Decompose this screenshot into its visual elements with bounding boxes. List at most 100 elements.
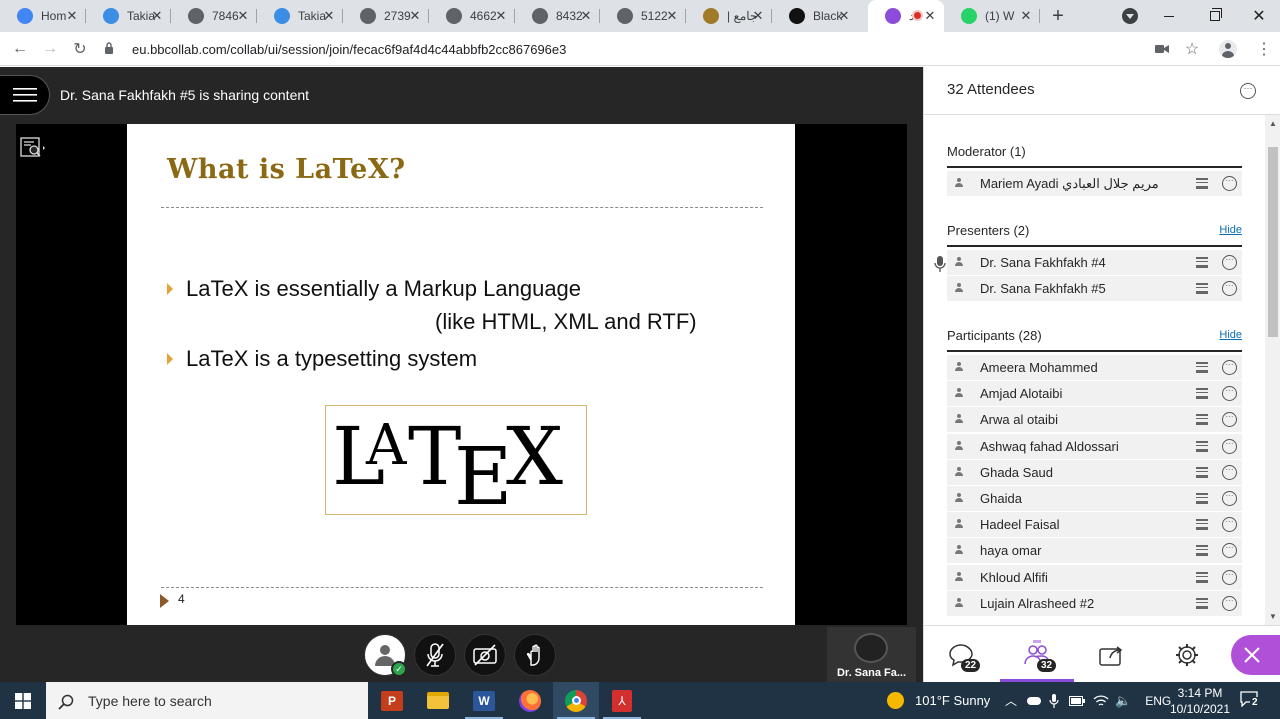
- browser-tab[interactable]: | جامع ✕: [686, 0, 772, 32]
- attendee-row[interactable]: Mariem Ayadi مريم جلال العبادي ···: [947, 171, 1242, 196]
- attendee-options-icon[interactable]: ···: [1222, 255, 1237, 270]
- close-tab-icon[interactable]: ✕: [750, 8, 766, 24]
- panel-scrollbar[interactable]: ▲ ▼: [1265, 115, 1280, 625]
- attendee-options-icon[interactable]: ···: [1222, 491, 1237, 506]
- attendee-row[interactable]: haya omar ···: [947, 538, 1242, 564]
- browser-tab[interactable]: 4662 ✕: [429, 0, 515, 32]
- close-tab-icon[interactable]: ✕: [64, 8, 80, 24]
- attendee-row[interactable]: Lujain Alrasheed #2 ···: [947, 590, 1242, 616]
- close-tab-icon[interactable]: ✕: [836, 8, 852, 24]
- close-tab-icon[interactable]: ✕: [235, 8, 251, 24]
- attendee-options-icon[interactable]: ···: [1222, 569, 1237, 585]
- minimize-button[interactable]: [1146, 0, 1192, 32]
- close-tab-icon[interactable]: ✕: [407, 8, 423, 24]
- start-button[interactable]: [0, 682, 46, 719]
- browser-tab[interactable]: Takia ✕: [86, 0, 171, 32]
- presenter-video[interactable]: Dr. Sana Fa...: [827, 627, 916, 682]
- camera-icon[interactable]: [1150, 37, 1174, 61]
- battery-icon[interactable]: [1069, 695, 1086, 706]
- attendees-more-icon[interactable]: ···: [1240, 83, 1256, 99]
- attendee-options-icon[interactable]: ···: [1222, 386, 1237, 402]
- address-bar[interactable]: eu.bbcollab.com/collab/ui/session/join/f…: [104, 35, 1214, 63]
- chevron-up-icon[interactable]: ︿: [1005, 692, 1017, 709]
- attendee-options-icon[interactable]: ···: [1222, 464, 1237, 480]
- attendee-options-icon[interactable]: ···: [1222, 595, 1237, 611]
- powerpoint-app[interactable]: P: [369, 682, 415, 719]
- browser-tab[interactable]: 2739 ✕: [343, 0, 429, 32]
- browser-tab[interactable]: 7846 ✕: [171, 0, 257, 32]
- profile-icon[interactable]: [1216, 37, 1240, 61]
- attendee-options-icon[interactable]: ···: [1222, 517, 1237, 533]
- session-menu-button[interactable]: [0, 75, 50, 115]
- attendee-row[interactable]: Arwa al otaibi ···: [947, 407, 1242, 433]
- browser-tab[interactable]: Takia ✕: [257, 0, 343, 32]
- raise-hand-button[interactable]: [514, 634, 556, 676]
- attendee-row[interactable]: Ashwaq fahad Aldossari ···: [947, 433, 1242, 459]
- browser-tab[interactable]: د✕: [868, 0, 944, 32]
- back-icon[interactable]: ←: [8, 37, 32, 61]
- chrome-menu-icon[interactable]: ⋮: [1252, 37, 1276, 61]
- attendee-options-icon[interactable]: ···: [1222, 412, 1237, 428]
- camera-button[interactable]: [464, 634, 506, 676]
- attendees-tab[interactable]: 32: [1000, 626, 1074, 683]
- chat-tab[interactable]: 22: [924, 626, 998, 683]
- attendee-options-icon[interactable]: ···: [1222, 360, 1237, 375]
- close-tab-icon[interactable]: ✕: [922, 8, 938, 24]
- browser-tab[interactable]: 5122 ✕: [600, 0, 686, 32]
- taskbar-search-input[interactable]: Type here to search: [46, 682, 368, 719]
- firefox-app[interactable]: [507, 682, 553, 719]
- microphone-button[interactable]: [414, 634, 456, 676]
- scroll-down-icon[interactable]: ▼: [1269, 612, 1277, 621]
- attendee-options-icon[interactable]: ···: [1222, 438, 1237, 454]
- browser-tab[interactable]: 8432 ✕: [515, 0, 600, 32]
- browser-tab[interactable]: Black ✕: [772, 0, 858, 32]
- word-app[interactable]: W: [461, 682, 507, 719]
- close-tab-icon[interactable]: ✕: [578, 8, 594, 24]
- attendee-row[interactable]: Amjad Alotaibi ···: [947, 381, 1242, 407]
- wifi-icon[interactable]: [1093, 694, 1109, 708]
- browser-tab[interactable]: (1) W ✕: [944, 0, 1040, 32]
- attendee-options-icon[interactable]: ···: [1222, 543, 1237, 559]
- chrome-app[interactable]: [553, 682, 599, 719]
- hide-presenters-link[interactable]: Hide: [1219, 224, 1242, 236]
- close-tab-icon[interactable]: ✕: [1018, 8, 1034, 24]
- acrobat-app[interactable]: ⅄: [599, 682, 645, 719]
- close-window-button[interactable]: ✕: [1236, 0, 1280, 32]
- attendee-row[interactable]: Ghaida ···: [947, 486, 1242, 511]
- reload-icon[interactable]: ↻: [68, 37, 92, 61]
- close-tab-icon[interactable]: ✕: [493, 8, 509, 24]
- close-tab-icon[interactable]: ✕: [149, 8, 165, 24]
- attendee-options-icon[interactable]: ···: [1222, 176, 1237, 191]
- weather-widget[interactable]: 101°F Sunny: [887, 682, 990, 719]
- notification-center-button[interactable]: 2: [1240, 691, 1260, 709]
- onedrive-icon[interactable]: [1027, 696, 1042, 705]
- close-tab-icon[interactable]: ✕: [664, 8, 680, 24]
- attendee-row[interactable]: Dr. Sana Fakhfakh #5 ···: [947, 276, 1242, 301]
- hide-participants-link[interactable]: Hide: [1219, 329, 1242, 341]
- close-panel-button[interactable]: [1231, 635, 1280, 675]
- forward-icon[interactable]: →: [38, 37, 62, 61]
- attendee-row[interactable]: Dr. Sana Fakhfakh #4 ···: [947, 250, 1242, 275]
- restore-button[interactable]: [1192, 0, 1238, 32]
- scroll-thumb[interactable]: [1268, 147, 1278, 337]
- bookmark-star-icon[interactable]: ☆: [1180, 37, 1204, 61]
- microphone-tray-icon[interactable]: [1049, 693, 1059, 708]
- attendee-row[interactable]: Ameera Mohammed ···: [947, 355, 1242, 380]
- taskbar-clock[interactable]: 3:14 PM 10/10/2021: [1168, 685, 1232, 717]
- attendee-options-icon[interactable]: ···: [1222, 281, 1237, 296]
- settings-tab[interactable]: [1150, 626, 1224, 683]
- raise-hand-icon: [526, 644, 540, 666]
- zoom-content-button[interactable]: [16, 132, 50, 164]
- scroll-up-icon[interactable]: ▲: [1269, 119, 1277, 128]
- attendee-row[interactable]: Khloud Alfifi ···: [947, 564, 1242, 590]
- new-tab-button[interactable]: +: [1048, 6, 1068, 26]
- share-content-tab[interactable]: [1075, 626, 1149, 683]
- browser-tab[interactable]: Hom ✕: [0, 0, 86, 32]
- attendee-row[interactable]: Hadeel Faisal ···: [947, 512, 1242, 538]
- file-explorer-app[interactable]: [415, 682, 461, 719]
- attendee-row[interactable]: Ghada Saud ···: [947, 459, 1242, 485]
- close-tab-icon[interactable]: ✕: [321, 8, 337, 24]
- volume-icon[interactable]: 🔈: [1115, 693, 1131, 709]
- my-status-button[interactable]: ✓: [364, 634, 407, 677]
- tab-search-icon[interactable]: [1122, 8, 1138, 24]
